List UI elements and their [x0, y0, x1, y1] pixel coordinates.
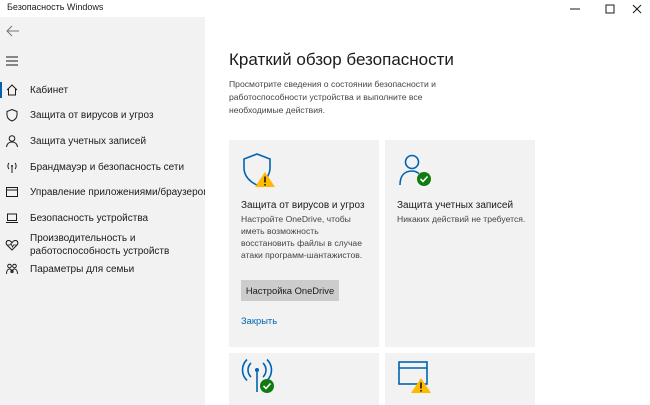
- sidebar-item-label: Безопасность устройства: [30, 212, 149, 224]
- sidebar-item-label: Защита учетных записей: [30, 135, 147, 147]
- page-description: Просмотрите сведения о состоянии безопас…: [229, 79, 436, 115]
- card-title: Защита учетных записей: [397, 200, 514, 211]
- person-icon: [5, 134, 19, 148]
- setup-onedrive-button[interactable]: Настройка OneDrive: [241, 280, 339, 301]
- antenna-icon: [5, 160, 19, 174]
- sidebar: Кабинет Защита от вирусов и угроз Защита…: [0, 17, 210, 405]
- title-bar: Безопасность Windows: [0, 0, 650, 17]
- browser-icon: [5, 185, 19, 199]
- sidebar-item-family-options[interactable]: Параметры для семьи: [0, 257, 205, 281]
- card-firewall[interactable]: [229, 353, 379, 405]
- home-icon: [5, 83, 19, 97]
- card-text: Никаких действий не требуется.: [397, 214, 526, 224]
- browser-warning-icon: [398, 361, 431, 393]
- card-text: Настройте OneDrive, чтобы иметь возможно…: [241, 214, 363, 260]
- heart-icon: [5, 238, 19, 252]
- card-virus-protection[interactable]: Защита от вирусов и угроз Настройте OneD…: [229, 140, 379, 347]
- sidebar-item-label: Кабинет: [30, 84, 69, 96]
- page-title: Краткий обзор безопасности: [229, 50, 454, 69]
- laptop-icon: [5, 211, 19, 225]
- shield-warning-icon: [243, 153, 275, 187]
- sidebar-item-firewall[interactable]: Брандмауэр и безопасность сети: [0, 155, 205, 179]
- sidebar-item-label: Параметры для семьи: [30, 263, 135, 275]
- menu-button[interactable]: [5, 54, 19, 66]
- card-title: Защита от вирусов и угроз: [241, 200, 365, 211]
- family-icon: [5, 262, 19, 276]
- sidebar-item-label: Управление приложениями/браузером: [30, 186, 211, 198]
- sidebar-item-home[interactable]: Кабинет: [0, 78, 205, 102]
- sidebar-item-app-browser-control[interactable]: Управление приложениями/браузером: [0, 180, 210, 204]
- minimize-icon: [570, 8, 580, 9]
- main-content: Краткий обзор безопасности Просмотрите с…: [205, 17, 650, 405]
- person-ok-icon: [399, 154, 431, 186]
- sidebar-item-label: Защита от вирусов и угроз: [30, 109, 154, 121]
- maximize-button[interactable]: [595, 0, 625, 17]
- maximize-icon: [605, 4, 615, 13]
- sidebar-item-account-protection[interactable]: Защита учетных записей: [0, 129, 205, 153]
- sidebar-item-virus-protection[interactable]: Защита от вирусов и угроз: [0, 103, 205, 127]
- close-button[interactable]: [622, 0, 650, 17]
- antenna-ok-icon: [241, 358, 274, 393]
- hamburger-icon: [6, 56, 18, 66]
- dismiss-link[interactable]: Закрыть: [241, 315, 277, 326]
- card-app-browser-control[interactable]: [385, 353, 535, 405]
- arrow-left-icon: [6, 25, 19, 37]
- minimize-button[interactable]: [560, 0, 590, 17]
- sidebar-item-device-security[interactable]: Безопасность устройства: [0, 206, 205, 230]
- sidebar-item-device-health[interactable]: Производительность и работоспособность у…: [0, 231, 205, 259]
- window-title: Безопасность Windows: [7, 2, 104, 12]
- sidebar-item-label: Производительность и: [30, 233, 136, 244]
- card-account-protection[interactable]: Защита учетных записей Никаких действий …: [385, 140, 535, 347]
- back-button[interactable]: [5, 23, 21, 39]
- shield-icon: [5, 108, 19, 122]
- sidebar-item-label: Брандмауэр и безопасность сети: [30, 161, 185, 173]
- close-icon: [632, 4, 642, 13]
